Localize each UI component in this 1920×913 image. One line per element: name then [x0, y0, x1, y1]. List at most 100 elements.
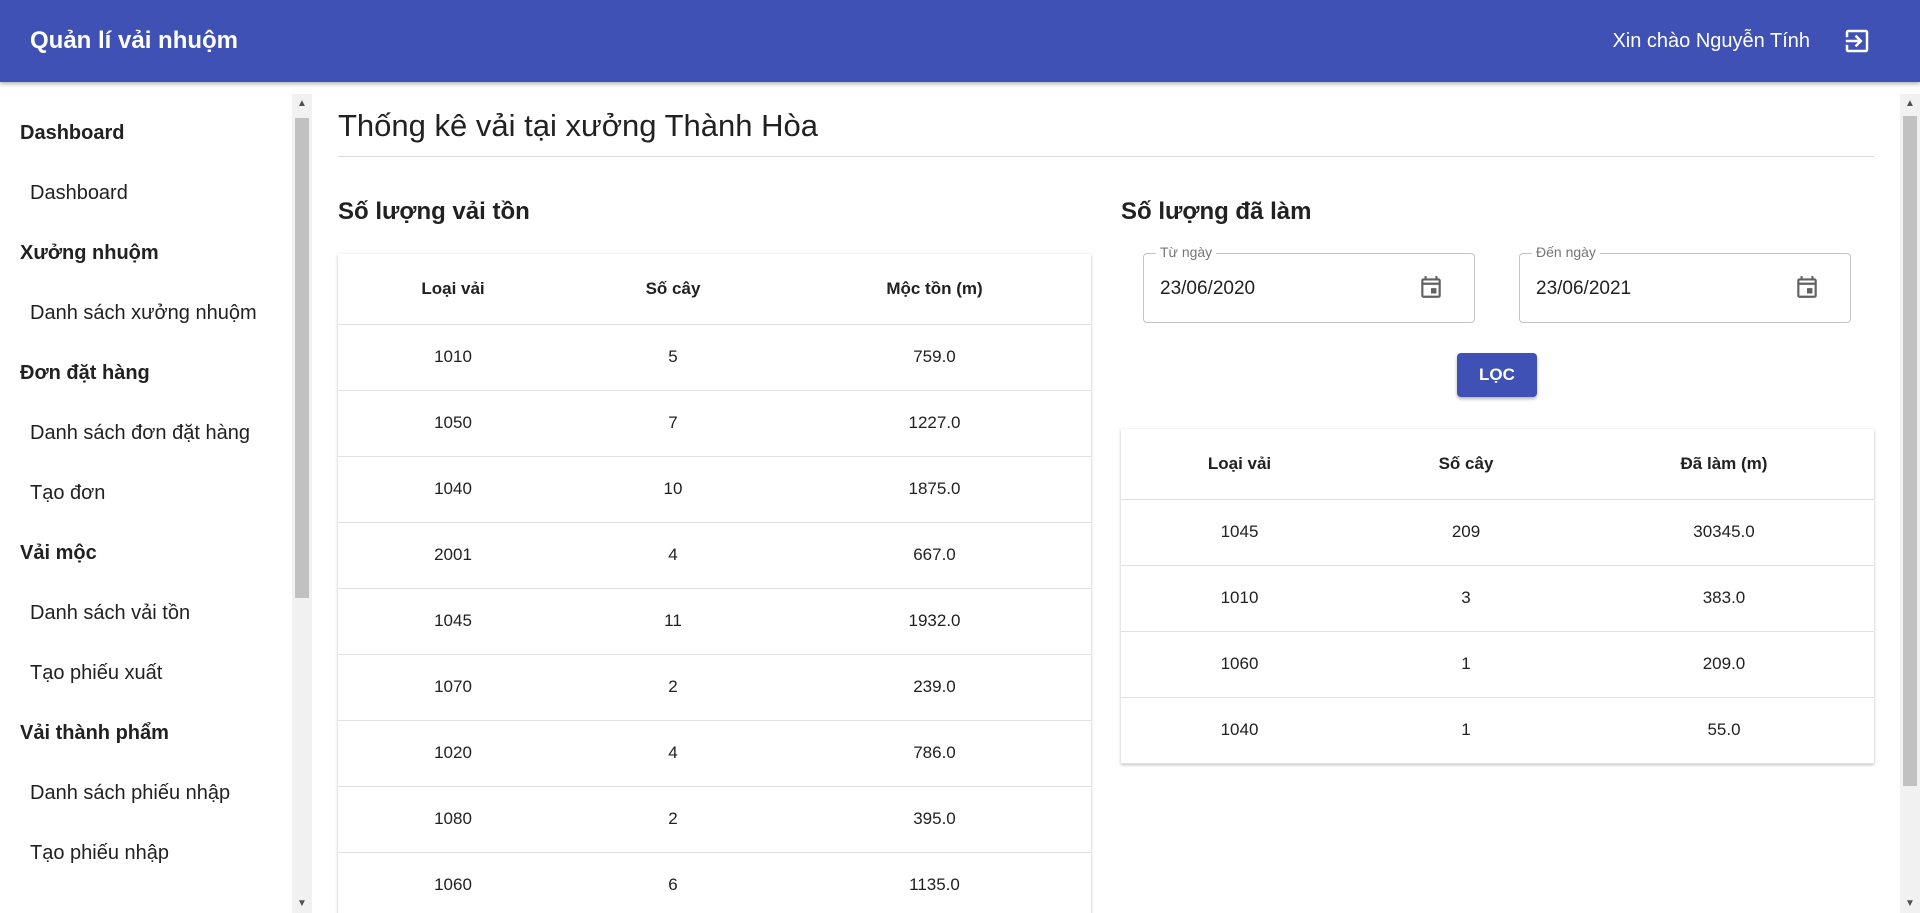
sidebar-item-stock-list[interactable]: Danh sách vải tồn	[30, 602, 190, 625]
table-cell: 4	[668, 545, 678, 564]
table-cell: 1080	[434, 809, 472, 828]
filter-button[interactable]: LỌC	[1457, 353, 1537, 397]
inventory-table: Loại vải Số cây Mộc tồn (m) 1010 5 759.0 10…	[338, 254, 1091, 913]
table-row: 1045 11 1932.0	[338, 588, 1091, 655]
table-cell: 1010	[1220, 588, 1259, 607]
table-cell: 1010	[434, 347, 472, 366]
table-row: 1080 2 395.0	[338, 786, 1091, 853]
table-cell: 786.0	[913, 743, 956, 762]
table-cell: 7	[668, 413, 678, 432]
table-cell: 1	[1461, 720, 1471, 739]
sidebar-scrollbar[interactable]: ▲ ▼	[292, 94, 312, 913]
from-date-value[interactable]: 23/06/2020	[1160, 278, 1255, 300]
scroll-down-arrow-icon[interactable]: ▼	[1900, 898, 1920, 909]
table-cell: 1045	[434, 611, 472, 630]
sidebar-item-order-list[interactable]: Danh sách đơn đặt hàng	[30, 422, 250, 445]
table-cell: 30345.0	[1693, 522, 1755, 541]
table-cell: 1060	[1220, 654, 1259, 673]
page-title: Thống kê vải tại xưởng Thành Hòa	[338, 108, 818, 143]
table-cell: 1060	[434, 875, 472, 894]
table-row: 1070 2 239.0	[338, 654, 1091, 721]
completed-table: Loại vải Số cây Đã làm (m) 1045 209 30345.…	[1121, 429, 1874, 764]
table-row: 1040 10 1875.0	[338, 456, 1091, 523]
sidebar: Dashboard Dashboard Xưởng nhuộm Danh sác…	[0, 94, 292, 913]
inventory-title: Số lượng vải tồn	[338, 198, 530, 225]
table-cell: 1	[1461, 654, 1471, 673]
table-cell: 5	[668, 347, 678, 366]
sidebar-item-dyehouse-list[interactable]: Danh sách xưởng nhuộm	[30, 302, 257, 325]
user-greeting: Xin chào Nguyễn Tính	[1612, 30, 1810, 52]
scroll-down-arrow-icon[interactable]: ▼	[292, 898, 312, 909]
table-row: 1040 1 55.0	[1121, 697, 1874, 764]
sidebar-item-create-import[interactable]: Tạo phiếu nhập	[30, 842, 169, 865]
calendar-icon[interactable]	[1418, 274, 1444, 300]
table-row: 1060 6 1135.0	[338, 852, 1091, 913]
table-cell: 11	[664, 611, 682, 630]
column-header: Mộc tồn (m)	[886, 279, 983, 298]
column-header: Số cây	[1438, 454, 1494, 473]
main-scrollbar[interactable]: ▲ ▼	[1900, 94, 1920, 913]
table-cell: 1050	[434, 413, 472, 432]
table-cell: 1875.0	[908, 479, 961, 498]
column-header: Loại vải	[421, 279, 485, 298]
table-cell: 10	[663, 479, 683, 498]
main-scroll-thumb[interactable]	[1903, 116, 1917, 786]
table-cell: 209	[1451, 522, 1481, 541]
table-cell: 1020	[434, 743, 472, 762]
sidebar-item-create-order[interactable]: Tạo đơn	[30, 482, 105, 505]
sidebar-header-dyehouse: Xưởng nhuộm	[20, 242, 159, 264]
completed-title: Số lượng đã làm	[1121, 198, 1312, 225]
table-cell: 55.0	[1707, 720, 1741, 739]
app-bar: Quản lí vải nhuộm Xin chào Nguyễn Tính	[0, 0, 1920, 82]
table-cell: 209.0	[1702, 654, 1746, 673]
table-cell: 4	[668, 743, 678, 762]
sidebar-scroll-thumb[interactable]	[295, 118, 309, 598]
from-date-field[interactable]: Từ ngày 23/06/2020	[1143, 244, 1475, 323]
table-row: 1020 4 786.0	[338, 720, 1091, 787]
sidebar-header-dashboard: Dashboard	[20, 122, 125, 144]
table-row: 1050 7 1227.0	[338, 390, 1091, 457]
calendar-icon[interactable]	[1794, 274, 1820, 300]
sidebar-item-dashboard[interactable]: Dashboard	[30, 182, 128, 205]
table-row: 1010 5 759.0	[338, 324, 1091, 391]
main-content: Thống kê vải tại xưởng Thành Hòa Số lượn…	[312, 94, 1900, 913]
column-header: Loại vải	[1207, 454, 1272, 473]
scroll-up-arrow-icon[interactable]: ▲	[1900, 98, 1920, 109]
table-row: 1060 1 209.0	[1121, 631, 1874, 698]
table-cell: 395.0	[913, 809, 956, 828]
table-cell: 1932.0	[908, 611, 961, 630]
sidebar-header-orders: Đơn đặt hàng	[20, 362, 150, 384]
table-cell: 1045	[1220, 522, 1259, 541]
logout-icon[interactable]	[1842, 26, 1872, 56]
table-cell: 2	[668, 677, 678, 696]
sidebar-header-finished-fabric: Vải thành phẩm	[20, 722, 169, 744]
table-cell: 1135.0	[909, 875, 960, 894]
to-date-field[interactable]: Đến ngày 23/06/2021	[1519, 244, 1851, 323]
table-row: 1010 3 383.0	[1121, 565, 1874, 632]
table-header-row: Loại vải Số cây Mộc tồn (m)	[338, 254, 1091, 325]
to-date-label: Đến ngày	[1532, 244, 1600, 260]
table-cell: 1070	[434, 677, 472, 696]
from-date-label: Từ ngày	[1156, 244, 1217, 260]
table-row: 2001 4 667.0	[338, 522, 1091, 589]
table-cell: 667.0	[913, 545, 956, 564]
table-cell: 1040	[434, 479, 472, 498]
column-header: Đã làm (m)	[1680, 454, 1768, 473]
sidebar-item-import-list[interactable]: Danh sách phiếu nhập	[30, 782, 230, 805]
to-date-value[interactable]: 23/06/2021	[1536, 278, 1631, 300]
column-header: Số cây	[645, 279, 701, 298]
app-title: Quản lí vải nhuộm	[30, 27, 239, 54]
table-cell: 3	[1461, 588, 1471, 607]
sidebar-header-raw-fabric: Vải mộc	[20, 542, 97, 564]
sidebar-item-create-export[interactable]: Tạo phiếu xuất	[30, 662, 162, 685]
table-header-row: Loại vải Số cây Đã làm (m)	[1121, 429, 1874, 500]
table-cell: 1227.0	[908, 413, 961, 432]
scroll-up-arrow-icon[interactable]: ▲	[292, 98, 312, 109]
table-cell: 2001	[434, 545, 472, 564]
table-cell: 2	[668, 809, 678, 828]
table-cell: 239.0	[913, 677, 956, 696]
table-cell: 1040	[1220, 720, 1259, 739]
table-row: 1045 209 30345.0	[1121, 499, 1874, 566]
title-divider	[338, 156, 1874, 157]
table-cell: 383.0	[1702, 588, 1746, 607]
